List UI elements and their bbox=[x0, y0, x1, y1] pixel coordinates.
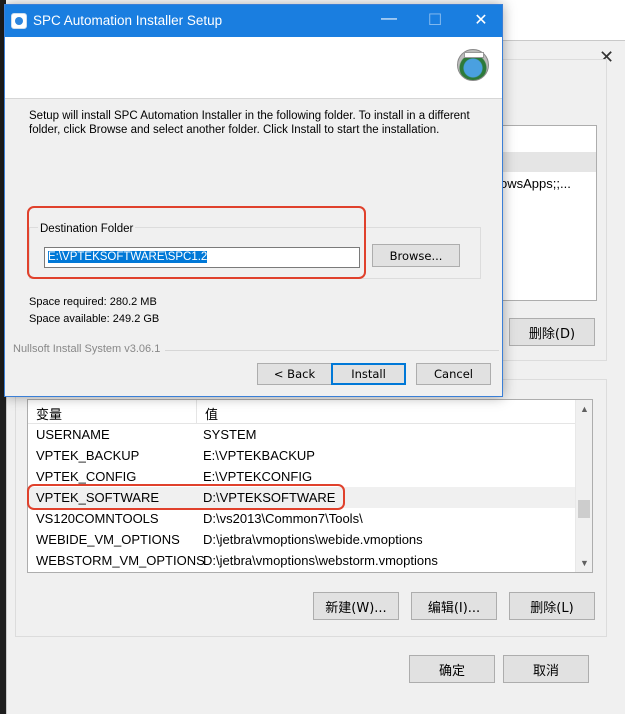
installer-titlebar[interactable]: SPC Automation Installer Setup — ☐ ✕ bbox=[5, 5, 502, 37]
variable-name: VPTEK_BACKUP bbox=[36, 448, 140, 463]
variable-name: WEBSTORM_VM_OPTIONS bbox=[36, 553, 205, 568]
variable-value: D:\jetbra\vmoptions\webstorm.vmoptions bbox=[203, 553, 438, 568]
maximize-icon[interactable]: ☐ bbox=[420, 10, 450, 30]
install-button[interactable]: Install bbox=[331, 363, 406, 385]
env-cancel-button[interactable]: 取消 bbox=[503, 655, 589, 683]
cancel-button[interactable]: Cancel bbox=[416, 363, 491, 385]
column-header-value[interactable]: 值 bbox=[197, 400, 218, 423]
nullsoft-branding: Nullsoft Install System v3.06.1 bbox=[13, 343, 161, 355]
footer-divider bbox=[165, 350, 499, 351]
column-header-variable[interactable]: 变量 bbox=[28, 400, 197, 423]
table-header: 变量 值 bbox=[28, 400, 592, 424]
back-button[interactable]: < Back bbox=[257, 363, 332, 385]
table-row[interactable]: VS120COMNTOOLS D:\vs2013\Common7\Tools\ bbox=[28, 508, 592, 529]
highlight-box-software-row bbox=[27, 484, 345, 510]
installer-title: SPC Automation Installer Setup bbox=[33, 13, 223, 28]
variable-name: VS120COMNTOOLS bbox=[36, 511, 159, 526]
space-required: Space required: 280.2 MB bbox=[29, 296, 157, 308]
edit-variable-button[interactable]: 编辑(I)... bbox=[411, 592, 497, 620]
minimize-icon[interactable]: — bbox=[374, 10, 404, 28]
table-row[interactable]: USERNAME SYSTEM bbox=[28, 424, 592, 445]
highlight-box-destination bbox=[27, 206, 366, 279]
variable-name: USERNAME bbox=[36, 427, 110, 442]
table-row[interactable]: WEBSTORM_VM_OPTIONS D:\jetbra\vmoptions\… bbox=[28, 550, 592, 571]
table-scrollbar[interactable]: ▲ ▼ bbox=[575, 400, 592, 572]
close-icon[interactable]: ✕ bbox=[466, 10, 496, 30]
table-row[interactable]: VPTEK_BACKUP E:\VPTEKBACKUP bbox=[28, 445, 592, 466]
user-delete-button[interactable]: 删除(D) bbox=[509, 318, 595, 346]
delete-variable-button[interactable]: 删除(L) bbox=[509, 592, 595, 620]
installer-header bbox=[5, 37, 502, 99]
variable-value: E:\VPTEKCONFIG bbox=[203, 469, 313, 484]
user-list-value-fragment: owsApps;;... bbox=[500, 176, 571, 191]
scroll-down-icon[interactable]: ▼ bbox=[580, 558, 589, 568]
ok-button[interactable]: 确定 bbox=[409, 655, 495, 683]
browse-button[interactable]: Browse... bbox=[372, 244, 460, 267]
user-list-selected-row[interactable] bbox=[488, 152, 596, 172]
install-description: Setup will install SPC Automation Instal… bbox=[29, 110, 470, 136]
variable-value: SYSTEM bbox=[203, 427, 257, 442]
scroll-up-icon[interactable]: ▲ bbox=[580, 404, 589, 414]
variable-name: VPTEK_CONFIG bbox=[36, 469, 137, 484]
variable-name: WEBIDE_VM_OPTIONS bbox=[36, 532, 180, 547]
table-row[interactable]: WEBIDE_VM_OPTIONS D:\jetbra\vmoptions\we… bbox=[28, 529, 592, 550]
installer-dialog: SPC Automation Installer Setup — ☐ ✕ Set… bbox=[4, 4, 503, 397]
installer-app-icon bbox=[11, 13, 27, 29]
space-available: Space available: 249.2 GB bbox=[29, 313, 160, 325]
new-variable-button[interactable]: 新建(W)... bbox=[313, 592, 399, 620]
user-variables-list[interactable]: owsApps;;... bbox=[487, 125, 597, 301]
variable-value: D:\jetbra\vmoptions\webide.vmoptions bbox=[203, 532, 423, 547]
scroll-thumb[interactable] bbox=[578, 500, 590, 518]
installer-logo-icon bbox=[457, 49, 489, 81]
variable-value: D:\vs2013\Common7\Tools\ bbox=[203, 511, 363, 526]
variable-value: E:\VPTEKBACKUP bbox=[203, 448, 315, 463]
